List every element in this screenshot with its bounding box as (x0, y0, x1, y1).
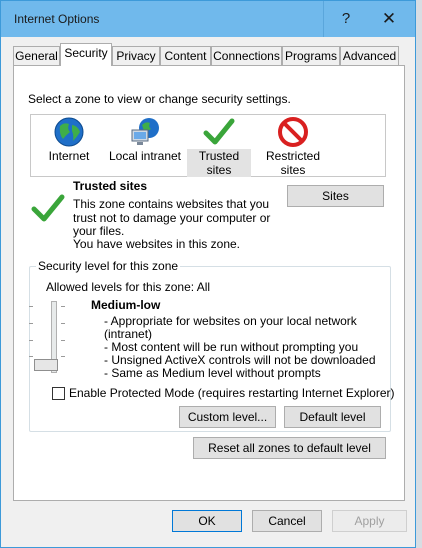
zone-restricted-sites[interactable]: Restricted sites (263, 115, 323, 177)
tab-connections[interactable]: Connections (211, 46, 282, 65)
zone-description-2: trust not to damage your computer or (73, 211, 271, 225)
zone-title: Trusted sites (73, 179, 148, 193)
slider-tick (61, 340, 65, 341)
security-level-title: Security level for this zone (36, 259, 181, 273)
slider-tick (29, 340, 33, 341)
restricted-icon (278, 117, 308, 147)
window-title: Internet Options (14, 12, 100, 26)
slider-tick (61, 356, 65, 357)
internet-options-window: Internet Options ? ✕ General Security Pr… (0, 0, 416, 548)
level-desc-line: - Most content will be run without promp… (104, 340, 359, 354)
zone-description-4: You have websites in this zone. (73, 237, 240, 251)
ok-button[interactable]: OK (172, 510, 242, 532)
zone-restricted-sites-label: Restricted sites (265, 149, 321, 177)
reset-all-zones-button[interactable]: Reset all zones to default level (193, 437, 386, 459)
zone-prompt: Select a zone to view or change security… (28, 92, 291, 106)
zone-local-intranet-label: Local intranet (108, 149, 182, 163)
zone-internet[interactable]: Internet (43, 115, 95, 163)
intranet-icon (131, 118, 159, 145)
trusted-checkmark-icon (31, 194, 65, 222)
help-button[interactable]: ? (323, 1, 368, 37)
apply-button[interactable]: Apply (332, 510, 407, 532)
security-level-slider-thumb[interactable] (34, 359, 58, 371)
zone-trusted-sites-label: Trusted sites (187, 149, 251, 177)
zone-internet-label: Internet (48, 149, 90, 163)
level-desc-line: - Same as Medium level without prompts (104, 366, 321, 380)
level-name: Medium-low (91, 298, 161, 312)
cancel-button[interactable]: Cancel (252, 510, 322, 532)
tab-programs[interactable]: Programs (282, 46, 340, 65)
tab-advanced[interactable]: Advanced (340, 46, 399, 65)
default-level-button[interactable]: Default level (284, 406, 381, 428)
allowed-levels-label: Allowed levels for this zone: All (46, 280, 211, 294)
slider-tick (61, 323, 65, 324)
protected-mode-label[interactable]: Enable Protected Mode (requires restarti… (69, 386, 395, 400)
zone-local-intranet[interactable]: Local intranet (107, 115, 183, 163)
zone-description-1: This zone contains websites that you (73, 197, 270, 211)
tab-security[interactable]: Security (60, 43, 112, 66)
slider-tick (29, 306, 33, 307)
zone-trusted-sites[interactable]: Trusted sites (187, 115, 251, 177)
level-desc-line: (intranet) (104, 327, 153, 341)
slider-tick (29, 356, 33, 357)
tab-content[interactable]: Content (160, 46, 211, 65)
title-bar[interactable]: Internet Options ? ✕ (1, 1, 415, 37)
zone-list: Internet Local intranet Trusted sites Re… (30, 114, 386, 177)
tab-privacy[interactable]: Privacy (112, 46, 160, 65)
level-desc-line: - Unsigned ActiveX controls will not be … (104, 353, 376, 367)
close-button[interactable]: ✕ (367, 1, 411, 37)
sites-button[interactable]: Sites (287, 185, 384, 207)
globe-icon (54, 117, 84, 147)
slider-tick (61, 306, 65, 307)
zone-description-3: your files. (73, 224, 125, 238)
tab-general[interactable]: General (13, 46, 60, 65)
security-tab-panel: Select a zone to view or change security… (13, 65, 405, 501)
checkmark-icon (203, 118, 235, 145)
custom-level-button[interactable]: Custom level... (179, 406, 276, 428)
slider-tick (29, 323, 33, 324)
level-desc-line: - Appropriate for websites on your local… (104, 314, 357, 328)
protected-mode-checkbox[interactable] (52, 387, 65, 400)
